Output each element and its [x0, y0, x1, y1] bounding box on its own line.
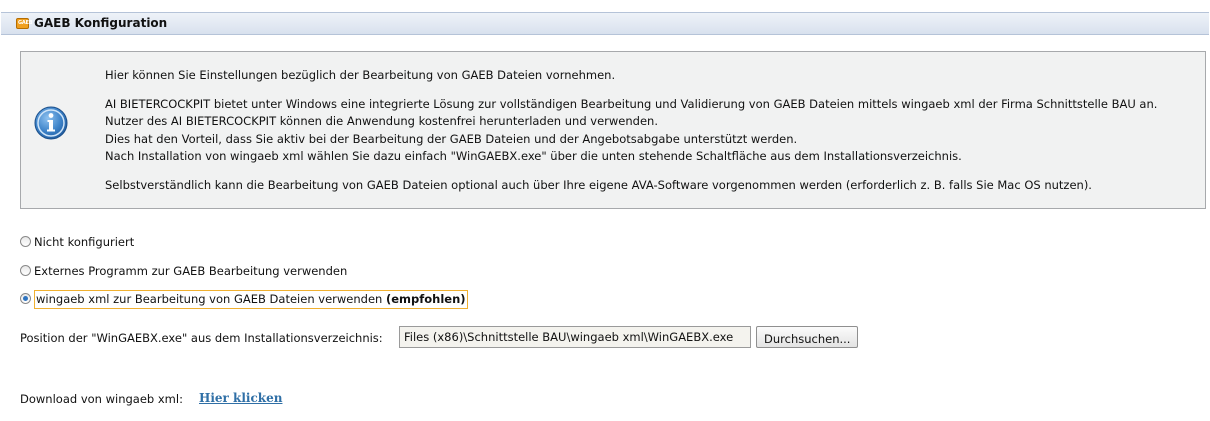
option-wingaeb-label-box: wingaeb xml zur Bearbeitung von GAEB Dat… — [34, 290, 468, 309]
info-line-usage: Nutzer des AI BIETERCOCKPIT können die A… — [105, 114, 658, 128]
gaeb-file-icon: GAEB — [16, 18, 33, 29]
option-external-program[interactable]: Externes Programm zur GAEB Bearbeitung v… — [20, 264, 347, 278]
radio-external-program[interactable] — [20, 265, 31, 276]
option-wingaeb-label: wingaeb xml zur Bearbeitung von GAEB Dat… — [36, 292, 383, 306]
info-icon — [34, 106, 68, 140]
panel-title: GAEB Konfiguration — [34, 16, 168, 30]
info-line-advantage: Dies hat den Vorteil, dass Sie aktiv bei… — [105, 132, 798, 146]
info-box: Hier können Sie Einstellungen bezüglich … — [20, 51, 1206, 209]
recommended-tag: (empfohlen) — [385, 292, 466, 306]
position-label: Position der "WinGAEBX.exe" aus dem Inst… — [20, 331, 383, 345]
option-not-configured-label: Nicht konfiguriert — [34, 235, 135, 249]
radio-wingaeb[interactable] — [20, 293, 31, 304]
info-line-intro: Hier können Sie Einstellungen bezüglich … — [105, 68, 616, 82]
info-line-alternative: Selbstverständlich kann die Bearbeitung … — [105, 178, 1092, 192]
option-not-configured[interactable]: Nicht konfiguriert — [20, 235, 134, 249]
info-line-installation: Nach Installation von wingaeb xml wählen… — [105, 149, 962, 163]
option-wingaeb[interactable]: wingaeb xml zur Bearbeitung von GAEB Dat… — [20, 290, 468, 309]
option-external-program-label: Externes Programm zur GAEB Bearbeitung v… — [34, 264, 348, 278]
download-label: Download von wingaeb xml: — [20, 392, 183, 406]
panel-header: GAEB GAEB Konfiguration — [1, 12, 1209, 35]
exe-path-field[interactable]: Files (x86)\Schnittstelle BAU\wingaeb xm… — [399, 326, 751, 348]
radio-not-configured[interactable] — [20, 236, 31, 247]
download-link[interactable]: Hier klicken — [199, 391, 282, 405]
info-line-solution: AI BIETERCOCKPIT bietet unter Windows ei… — [105, 97, 1158, 111]
browse-button[interactable]: Durchsuchen... — [756, 326, 858, 348]
